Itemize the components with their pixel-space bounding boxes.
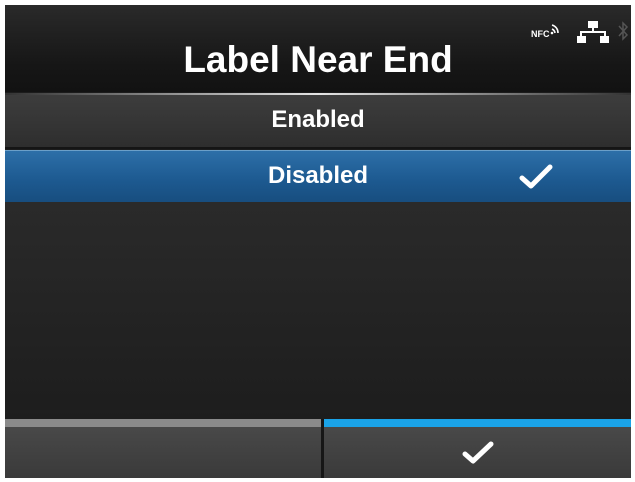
lcd-panel: NFC Label Near End Enabled Disabled [5, 5, 631, 478]
list-item-disabled[interactable]: Disabled [5, 150, 631, 203]
nfc-icon: NFC [531, 24, 559, 39]
checkmark-icon [462, 441, 494, 464]
checkmark-icon [519, 164, 553, 189]
page-title: Label Near End [183, 39, 453, 80]
list-item-label: Enabled [271, 106, 365, 133]
bluetooth-icon [618, 21, 629, 41]
left-softkey[interactable] [5, 419, 321, 478]
confirm-softkey[interactable] [324, 419, 631, 478]
nfc-label: NFC [531, 29, 550, 39]
printer-display: NFC Label Near End Enabled Disabled [0, 0, 635, 482]
header: NFC Label Near End [5, 5, 631, 92]
confirm-softkey-indicator [324, 419, 631, 427]
list-item-enabled[interactable]: Enabled [5, 95, 631, 149]
left-softkey-indicator [5, 419, 321, 427]
softkey-bar [5, 419, 631, 478]
list-empty-area [5, 202, 631, 420]
